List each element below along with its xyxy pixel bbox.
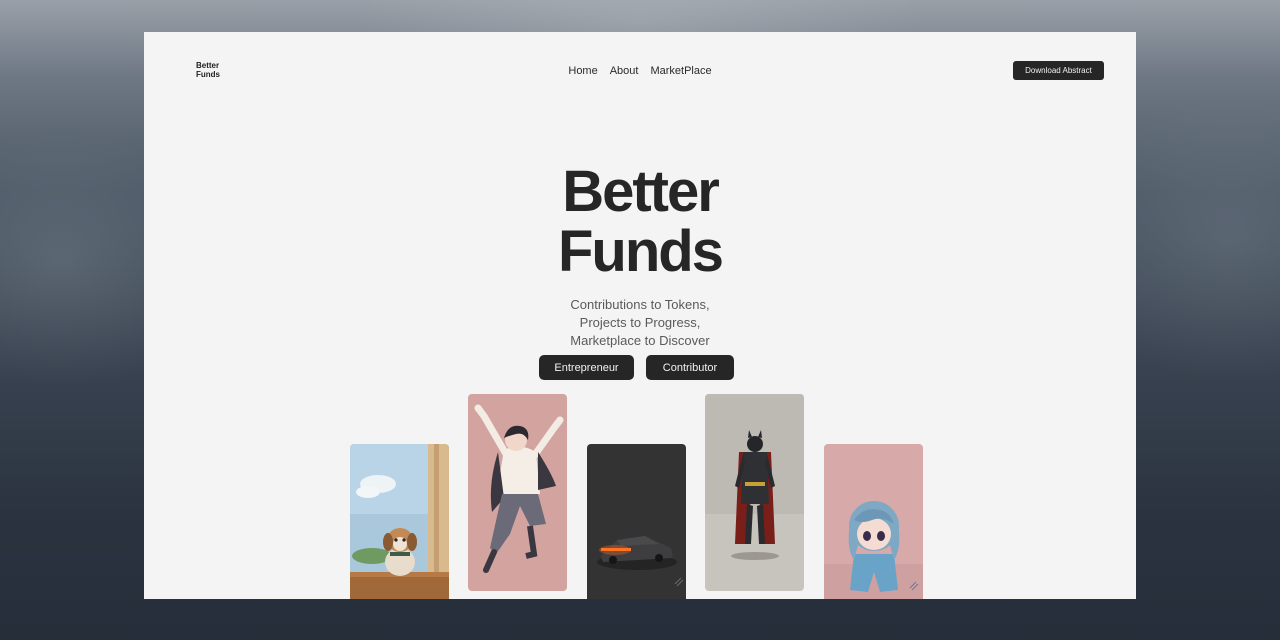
website-preview: Better Funds Home About MarketPlace Down… [144,32,1136,599]
hero-subtitle-line: Contributions to Tokens, [570,297,710,312]
car-image[interactable] [587,444,686,599]
batman-figure-image[interactable] [705,394,804,591]
hero-title: Better Funds [144,162,1136,282]
contributor-button[interactable]: Contributor [646,355,734,380]
entrepreneur-button[interactable]: Entrepreneur [539,355,634,380]
hero-subtitle-line: Projects to Progress, [579,315,701,330]
anime-plush-image[interactable] [824,444,923,599]
hero-title-line-1: Better [562,159,720,224]
nav-marketplace[interactable]: MarketPlace [650,65,711,77]
jumping-person-image[interactable] [468,394,567,591]
hero-title-line-2: Funds [558,219,724,284]
top-nav: Home About MarketPlace [144,65,1136,77]
puppy-image[interactable] [350,444,449,599]
hero-subtitle-line: Marketplace to Discover [570,333,710,348]
nav-home[interactable]: Home [568,65,597,77]
nav-about[interactable]: About [610,65,639,77]
download-abstract-button[interactable]: Download Abstract [1013,61,1104,80]
hero-subtitle: Contributions to Tokens, Projects to Pro… [144,296,1136,350]
